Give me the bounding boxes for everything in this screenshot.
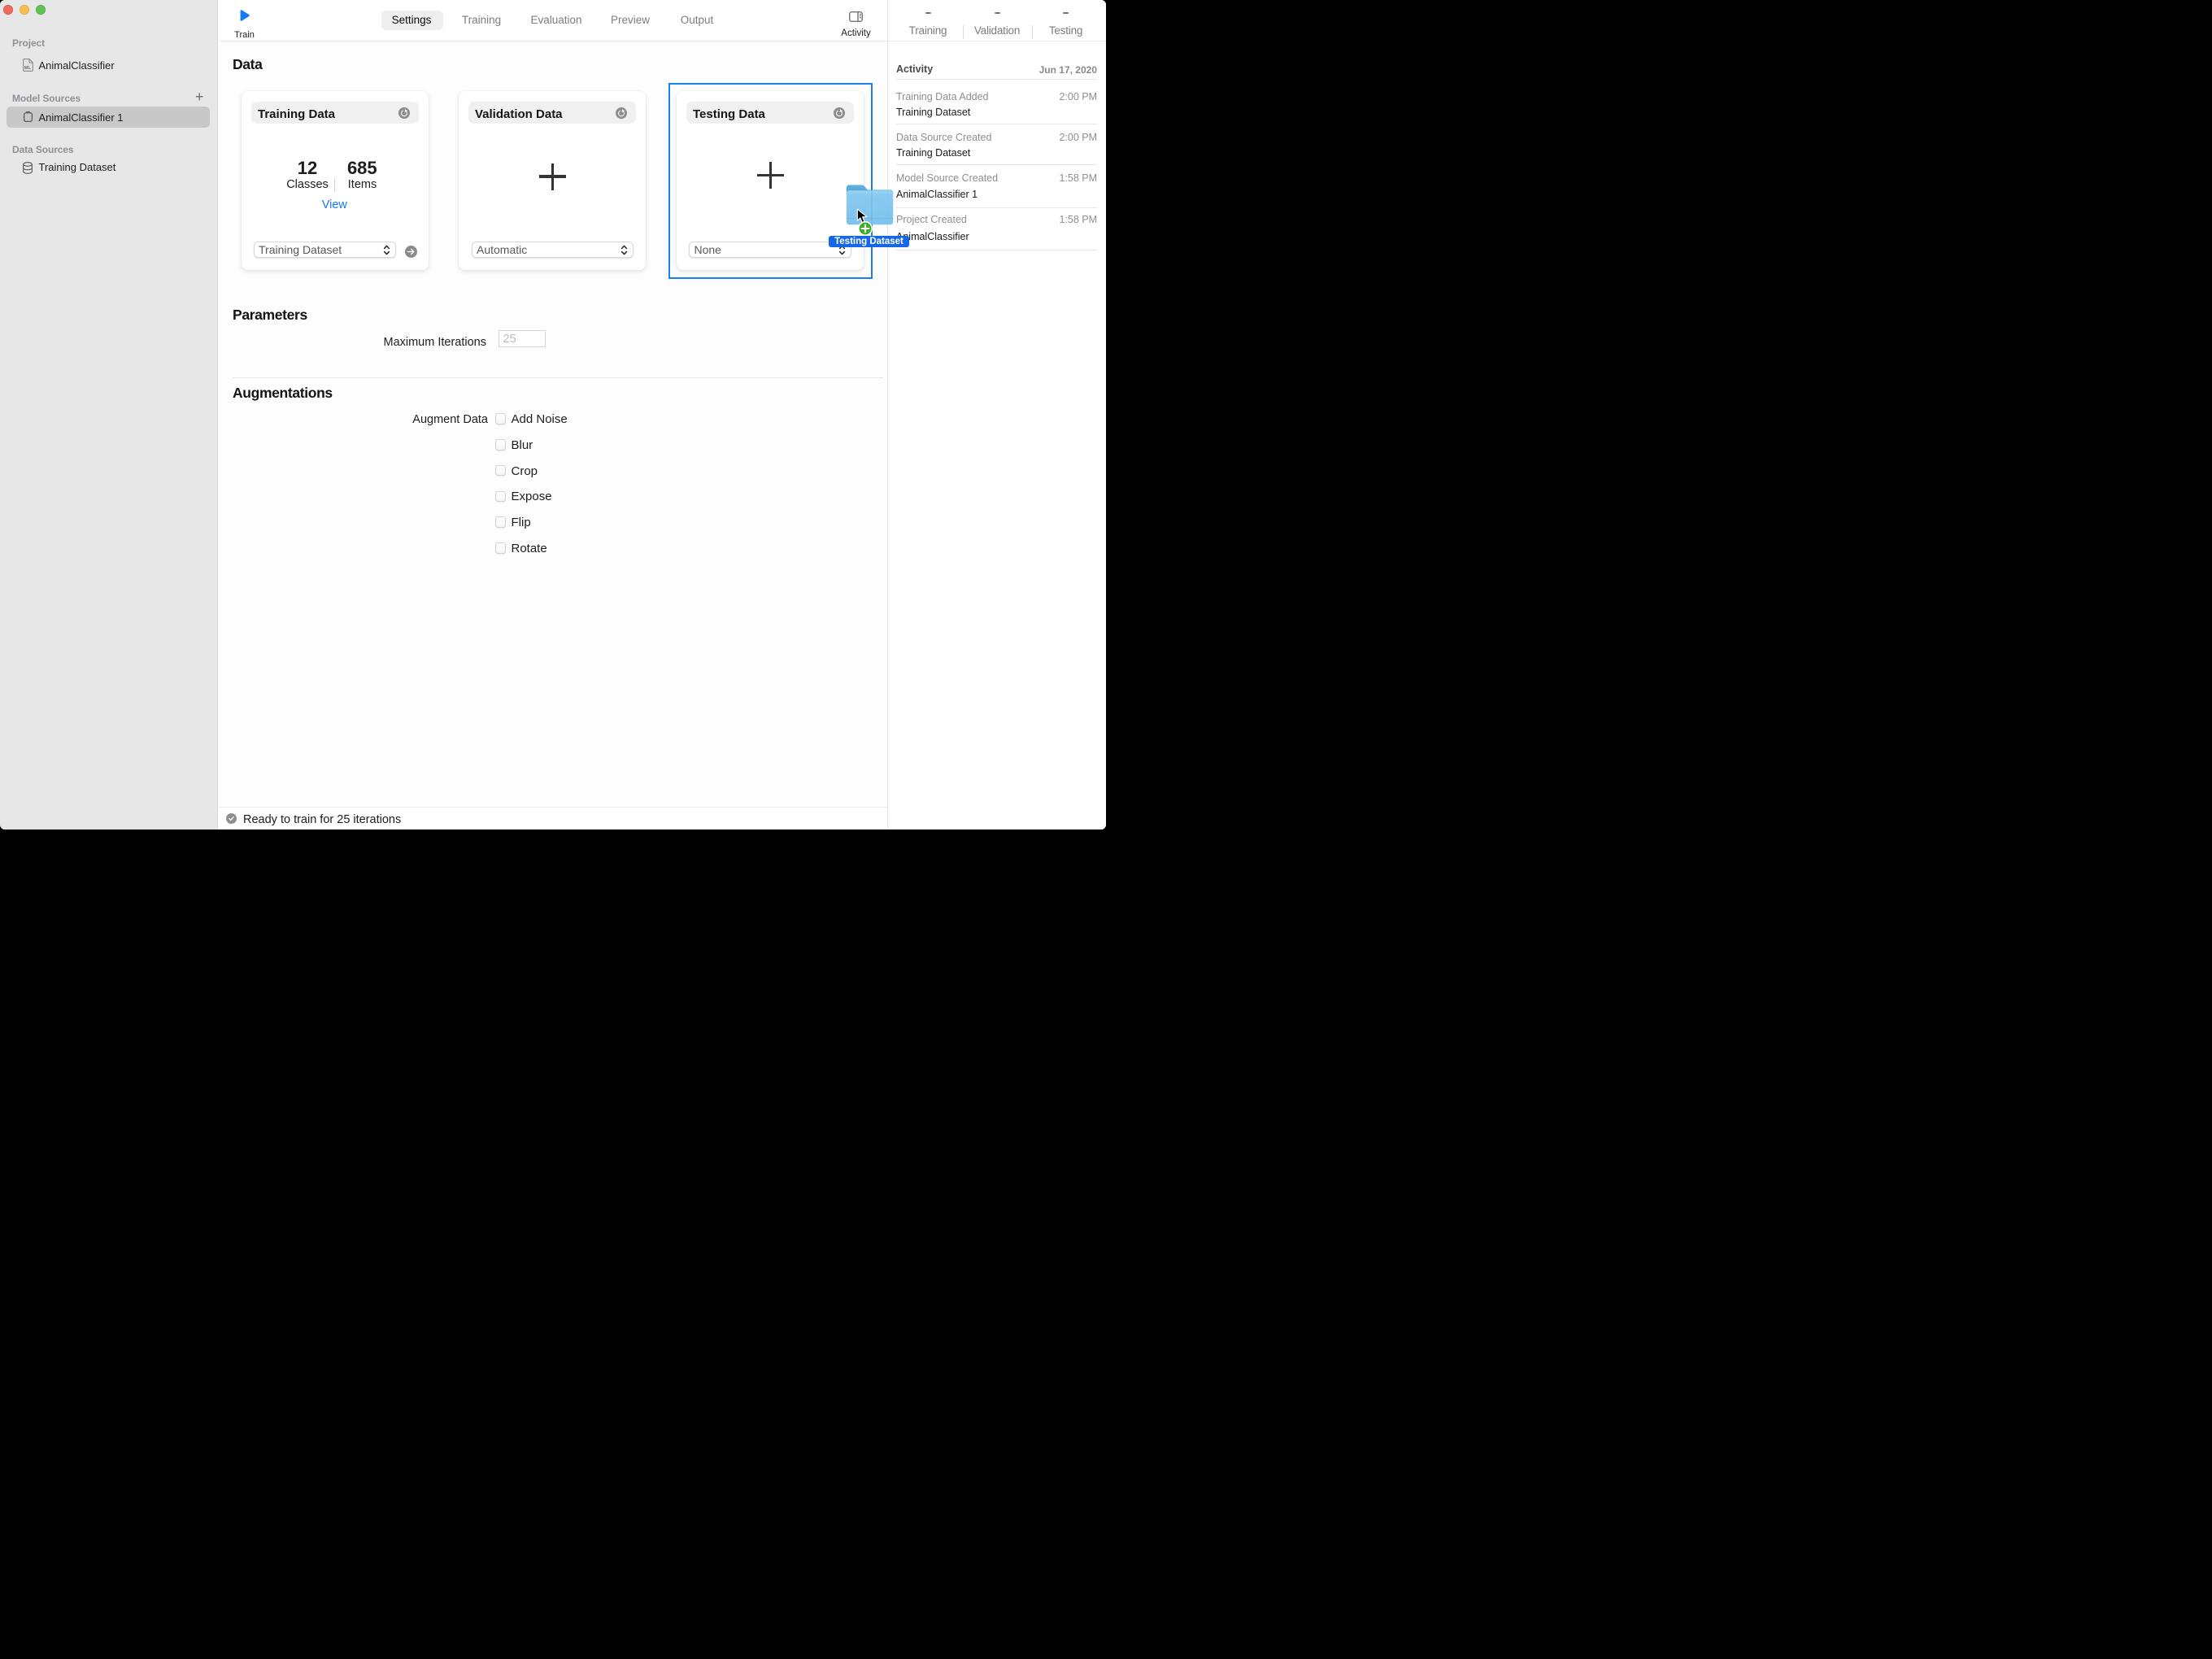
svg-text:ML: ML [24,66,31,71]
